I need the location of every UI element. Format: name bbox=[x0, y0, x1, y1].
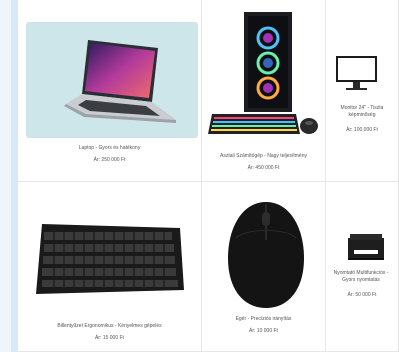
product-title: Nyomtató Multifunkciós - Gyors nyomtatás bbox=[333, 270, 389, 283]
keyboard-image bbox=[34, 220, 186, 300]
product-title: Laptop - Gyors és hatékony bbox=[78, 145, 141, 151]
product-price: Ár: 250 000 Ft bbox=[93, 157, 126, 163]
product-card-desktop[interactable]: Asztali Számítógép - Nagy teljesítmény Á… bbox=[202, 0, 326, 182]
mouse-image bbox=[224, 198, 308, 310]
product-price: Ár: 50 000 Ft bbox=[347, 292, 377, 298]
desktop-pc-image bbox=[208, 10, 320, 140]
product-card-printer[interactable]: Nyomtató Multifunkciós - Gyors nyomtatás… bbox=[326, 182, 399, 352]
product-title: Asztali Számítógép - Nagy teljesítmény bbox=[220, 153, 307, 159]
product-grid: Laptop - Gyors és hatékony Ár: 250 000 F… bbox=[18, 0, 399, 352]
product-card-keyboard[interactable]: Billentyűzet Ergonomikus - Kényelmes gép… bbox=[18, 182, 202, 352]
product-card-laptop[interactable]: Laptop - Gyors és hatékony Ár: 250 000 F… bbox=[18, 0, 202, 182]
monitor-image bbox=[334, 54, 379, 94]
product-card-monitor[interactable]: Monitor 24" - Tiszta képminőség Ár: 100 … bbox=[326, 0, 399, 182]
left-sidebar-strip bbox=[0, 0, 18, 352]
laptop-image bbox=[26, 22, 198, 138]
product-title: Egér - Precíziós irányítás bbox=[235, 316, 292, 322]
product-title: Billentyűzet Ergonomikus - Kényelmes gép… bbox=[57, 323, 162, 329]
product-price: Ár: 450 000 Ft bbox=[247, 165, 280, 171]
product-card-mouse[interactable]: Egér - Precíziós irányítás Ár: 10 000 Ft bbox=[202, 182, 326, 352]
product-price: Ár: 10 000 Ft bbox=[249, 328, 278, 334]
product-title: Monitor 24" - Tiszta képminőség bbox=[340, 105, 384, 118]
product-price: Ár: 100 000 Ft bbox=[346, 127, 378, 133]
sidebar-accent bbox=[11, 0, 18, 352]
printer-image bbox=[344, 232, 388, 262]
product-price: Ár: 15 000 Ft bbox=[95, 335, 124, 341]
